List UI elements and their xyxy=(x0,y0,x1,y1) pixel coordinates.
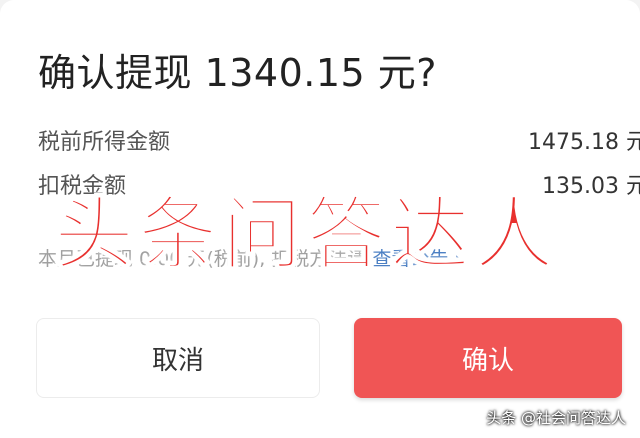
watermark-overlay-text: 头条问答达人 xyxy=(53,187,558,282)
pretax-amount-label: 税前所得金额 xyxy=(38,130,171,155)
pretax-amount-value: 1475.18 元 xyxy=(528,130,640,155)
cancel-button[interactable]: 取消 xyxy=(36,318,320,398)
watermark-credit: 头条 @社会问答达人 xyxy=(486,409,626,427)
pretax-amount-row: 税前所得金额 1475.18 元 xyxy=(38,124,640,158)
withdraw-confirm-dialog: 确认提现 1340.15 元? 税前所得金额 1475.18 元 扣税金额 13… xyxy=(0,0,640,438)
confirm-button[interactable]: 确认 xyxy=(354,318,622,398)
dialog-title: 确认提现 1340.15 元? xyxy=(38,51,437,95)
